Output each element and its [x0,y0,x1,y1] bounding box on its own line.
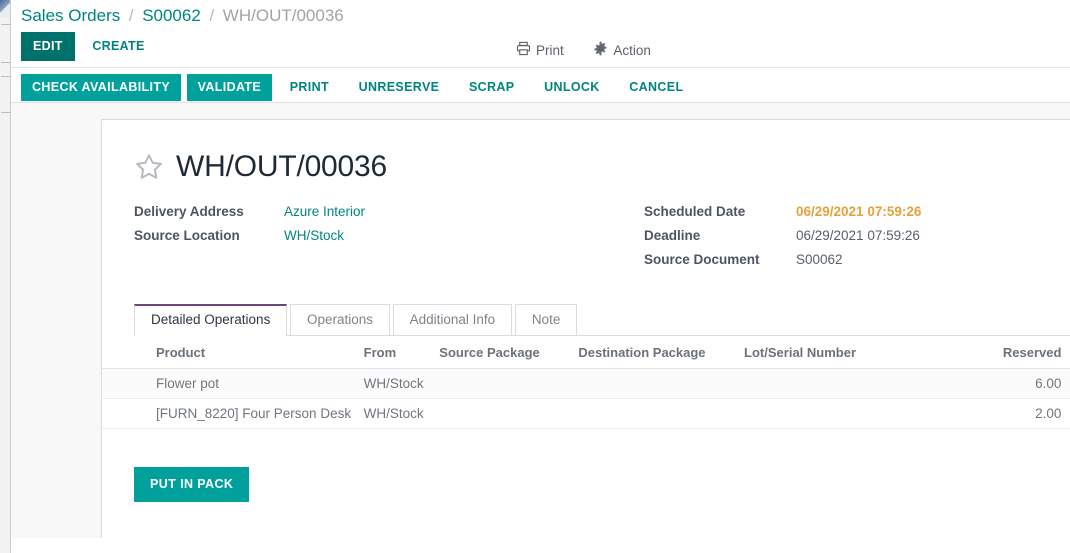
breadcrumb: Sales Orders / S00062 / WH/OUT/00036 [11,0,1070,32]
unreserve-button[interactable]: UNRESERVE [347,74,452,101]
tab-note[interactable]: Note [514,304,578,335]
field-value-delivery-address[interactable]: Azure Interior [284,204,365,219]
tab-operations[interactable]: Operations [289,304,390,335]
star-outline-icon[interactable] [134,152,164,182]
edit-button[interactable]: EDIT [21,32,75,61]
cancel-button[interactable]: CANCEL [617,74,695,101]
cell-reserved[interactable]: 2.00 [926,398,1070,429]
field-scheduled-date: Scheduled Date 06/29/2021 07:59:26 [644,204,1070,219]
table-row[interactable]: [FURN_8220] Four Person Desk WH/Stock 2.… [102,398,1070,429]
table-row[interactable]: Flower pot WH/Stock 6.00 0. [102,368,1070,399]
cell-from[interactable]: WH/Stock [355,368,432,399]
cell-product[interactable]: Flower pot [102,368,356,399]
scrap-button[interactable]: SCRAP [457,74,527,101]
unlock-button[interactable]: UNLOCK [532,74,612,101]
table-header-row: Product From Source Package Destination … [102,336,1070,369]
cell-destination-package[interactable] [570,368,737,399]
edge-divider [1,112,10,113]
breadcrumb-item-sales-order[interactable]: S00062 [142,6,201,25]
field-delivery-address: Delivery Address Azure Interior [134,204,606,219]
field-deadline: Deadline 06/29/2021 07:59:26 [644,228,1070,243]
notebook-tabs: Detailed Operations Operations Additiona… [134,304,1070,336]
field-source-document: Source Document S00062 [644,252,1070,267]
print-button[interactable]: PRINT [278,74,341,101]
print-menu-label: Print [536,43,564,58]
form-group-right: Scheduled Date 06/29/2021 07:59:26 Deadl… [606,204,1070,276]
field-label-source-document: Source Document [644,252,760,267]
form-group-left: Delivery Address Azure Interior Source L… [134,204,606,276]
column-header-lot-serial-number[interactable]: Lot/Serial Number [736,336,927,369]
field-label-delivery-address: Delivery Address [134,204,244,219]
tab-additional-info[interactable]: Additional Info [392,304,513,335]
field-label-scheduled-date: Scheduled Date [644,204,746,219]
browser-edge-sliver [0,0,11,553]
column-header-product[interactable]: Product [102,336,356,369]
page-title: WH/OUT/00036 [176,150,387,183]
control-panel-actions: Print Action [516,40,677,58]
breadcrumb-separator: / [209,6,215,25]
cell-product[interactable]: [FURN_8220] Four Person Desk [102,398,356,429]
breadcrumb-item-current: WH/OUT/00036 [222,6,344,25]
action-menu[interactable]: Action [593,40,651,58]
record-sheet: WH/OUT/00036 Delivery Address Azure Inte… [101,119,1070,538]
field-value-source-location[interactable]: WH/Stock [284,228,344,243]
cell-lot-serial-number[interactable] [736,398,927,429]
tab-detailed-operations[interactable]: Detailed Operations [134,304,288,336]
table-body: Flower pot WH/Stock 6.00 0. [FURN_8220] … [102,368,1070,429]
cell-from[interactable]: WH/Stock [355,398,432,429]
printer-icon [516,41,531,59]
edge-divider [1,24,10,25]
cell-lot-serial-number[interactable] [736,368,927,399]
column-header-from[interactable]: From [355,336,432,369]
cell-source-package[interactable] [431,368,571,399]
validate-button[interactable]: VALIDATE [186,74,273,101]
edge-divider [1,62,10,63]
create-button[interactable]: CREATE [78,32,154,61]
field-label-source-location: Source Location [134,228,240,243]
control-panel: EDIT CREATE Print Action [11,32,1070,67]
detailed-operations-table: Product From Source Package Destination … [102,336,1070,429]
field-label-deadline: Deadline [644,228,701,243]
action-menu-label: Action [613,43,651,58]
field-value-source-document: S00062 [796,252,843,267]
print-menu[interactable]: Print [516,40,564,58]
table-header: Product From Source Package Destination … [102,336,1070,369]
form-groups: Delivery Address Azure Interior Source L… [134,204,1070,276]
column-header-source-package[interactable]: Source Package [431,336,571,369]
check-availability-button[interactable]: CHECK AVAILABILITY [21,74,182,101]
cell-reserved[interactable]: 6.00 [926,368,1070,399]
statusbar-buttons: CHECK AVAILABILITY VALIDATE PRINT UNRESE… [11,67,1070,103]
field-value-scheduled-date: 06/29/2021 07:59:26 [796,204,922,219]
cell-destination-package[interactable] [570,398,737,429]
window-corner-artifact [0,0,10,18]
put-in-pack-button[interactable]: PUT IN PACK [134,467,250,502]
breadcrumb-item-sales-orders[interactable]: Sales Orders [21,6,120,25]
field-value-deadline: 06/29/2021 07:59:26 [796,228,920,243]
column-header-reserved[interactable]: Reserved [926,336,1070,369]
gear-icon [593,41,608,59]
sheet-content: WH/OUT/00036 Delivery Address Azure Inte… [102,152,1070,429]
cell-source-package[interactable] [431,398,571,429]
odoo-app-window: Sales Orders / S00062 / WH/OUT/00036 EDI… [11,0,1070,553]
column-header-destination-package[interactable]: Destination Package [570,336,737,369]
edge-divider [1,76,10,77]
record-title-row: WH/OUT/00036 [134,152,1070,182]
breadcrumb-separator: / [128,6,134,25]
sheet-footer: PUT IN PACK [102,429,1070,502]
form-view-background: WH/OUT/00036 Delivery Address Azure Inte… [11,103,1070,538]
field-source-location: Source Location WH/Stock [134,228,606,243]
